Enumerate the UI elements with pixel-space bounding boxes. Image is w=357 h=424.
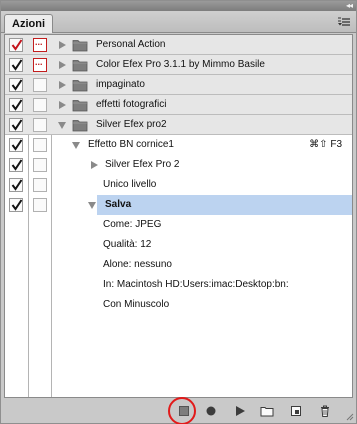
item-toggle-checkbox[interactable] bbox=[9, 178, 23, 192]
row-content: Color Efex Pro 3.1.1 by Mimmo Basile bbox=[52, 55, 352, 75]
expand-triangle-open-icon[interactable] bbox=[57, 120, 67, 130]
row-content: Personal Action bbox=[52, 35, 352, 55]
row-label: In: Macintosh HD:Users:imac:Desktop:bn: bbox=[103, 279, 289, 290]
row-label: Unico livello bbox=[103, 179, 157, 190]
action-set-row[interactable]: Silver Efex pro2 bbox=[5, 115, 352, 135]
command-row[interactable]: Silver Efex Pro 2 bbox=[5, 155, 352, 175]
command-detail-row[interactable]: Con Minuscolo bbox=[5, 295, 352, 315]
row-label: Personal Action bbox=[96, 39, 166, 50]
row-content: Alone: nessuno bbox=[52, 255, 352, 275]
item-toggle-checkbox[interactable] bbox=[9, 98, 23, 112]
dialog-toggle-box[interactable] bbox=[33, 57, 47, 72]
expand-triangle-closed-icon[interactable] bbox=[57, 60, 67, 70]
expand-triangle-closed-icon[interactable] bbox=[57, 40, 67, 50]
command-row[interactable]: Unico livello bbox=[5, 175, 352, 195]
row-content: In: Macintosh HD:Users:imac:Desktop:bn: bbox=[52, 275, 352, 295]
panel-titlebar: ◂◂ bbox=[1, 1, 356, 11]
dialog-toggle-box[interactable] bbox=[33, 158, 47, 172]
item-toggle-checkbox[interactable] bbox=[9, 158, 23, 172]
row-label: Come: JPEG bbox=[103, 219, 162, 230]
new-action-icon[interactable] bbox=[288, 403, 304, 419]
dialog-toggle-box[interactable] bbox=[33, 37, 47, 52]
action-set-row[interactable]: impaginato bbox=[5, 75, 352, 95]
dialog-toggle-box[interactable] bbox=[33, 178, 47, 192]
dialog-toggle-box[interactable] bbox=[33, 98, 47, 112]
row-content: Silver Efex Pro 2 bbox=[52, 155, 352, 175]
expand-triangle-closed-icon[interactable] bbox=[57, 80, 67, 90]
row-label: Color Efex Pro 3.1.1 by Mimmo Basile bbox=[96, 59, 265, 70]
command-detail-row[interactable]: Qualità: 12 bbox=[5, 235, 352, 255]
folder-icon bbox=[72, 118, 88, 132]
expand-triangle-open-icon[interactable] bbox=[71, 140, 81, 150]
row-content: Salva bbox=[97, 195, 352, 215]
expand-triangle-closed-icon[interactable] bbox=[57, 100, 67, 110]
row-content: effetti fotografici bbox=[52, 95, 352, 115]
delete-icon[interactable] bbox=[317, 403, 333, 419]
row-label: Effetto BN cornice1 bbox=[88, 139, 174, 150]
dialog-toggle-box[interactable] bbox=[33, 138, 47, 152]
row-label: Alone: nessuno bbox=[103, 259, 172, 270]
item-toggle-checkbox[interactable] bbox=[9, 58, 23, 72]
collapse-panel-button[interactable]: ◂◂ bbox=[338, 1, 353, 11]
row-content: Unico livello bbox=[52, 175, 352, 195]
actions-list: Personal Action Color Efex Pro 3.1.1 by M… bbox=[4, 34, 353, 398]
row-content: Silver Efex pro2 bbox=[52, 115, 352, 135]
command-detail-row[interactable]: Alone: nessuno bbox=[5, 255, 352, 275]
action-set-row[interactable]: effetti fotografici bbox=[5, 95, 352, 115]
item-toggle-checkbox[interactable] bbox=[9, 78, 23, 92]
command-row[interactable]: Salva bbox=[5, 195, 352, 215]
item-toggle-checkbox[interactable] bbox=[9, 38, 23, 52]
row-content: Effetto BN cornice1 ⌘⇧ F3 bbox=[52, 135, 352, 155]
action-set-row[interactable]: Color Efex Pro 3.1.1 by Mimmo Basile bbox=[5, 55, 352, 75]
row-label: effetti fotografici bbox=[96, 99, 167, 110]
action-set-row[interactable]: Personal Action bbox=[5, 35, 352, 55]
panel-menu-icon[interactable] bbox=[337, 17, 351, 27]
dialog-toggle-box[interactable] bbox=[33, 78, 47, 92]
item-toggle-checkbox[interactable] bbox=[9, 138, 23, 152]
stop-button-highlight-circle bbox=[168, 397, 196, 424]
action-row[interactable]: Effetto BN cornice1 ⌘⇧ F3 bbox=[5, 135, 352, 155]
row-label: Qualità: 12 bbox=[103, 239, 152, 250]
command-detail-row[interactable]: Come: JPEG bbox=[5, 215, 352, 235]
panel-tab-bar: Azioni bbox=[1, 11, 356, 33]
folder-icon bbox=[72, 78, 88, 92]
row-content: Con Minuscolo bbox=[52, 295, 352, 315]
play-icon[interactable] bbox=[232, 403, 248, 419]
folder-icon bbox=[72, 58, 88, 72]
row-label: Silver Efex Pro 2 bbox=[105, 159, 180, 170]
folder-icon bbox=[72, 38, 88, 52]
row-label: Con Minuscolo bbox=[103, 299, 170, 310]
expand-triangle-open-icon[interactable] bbox=[87, 200, 97, 210]
row-label: Silver Efex pro2 bbox=[96, 119, 167, 130]
command-detail-row[interactable]: In: Macintosh HD:Users:imac:Desktop:bn: bbox=[5, 275, 352, 295]
row-content: Qualità: 12 bbox=[52, 235, 352, 255]
new-set-icon[interactable] bbox=[259, 403, 275, 419]
keyboard-shortcut: ⌘⇧ F3 bbox=[309, 139, 342, 150]
item-toggle-checkbox[interactable] bbox=[9, 118, 23, 132]
tab-azioni[interactable]: Azioni bbox=[4, 14, 53, 33]
dialog-toggle-box[interactable] bbox=[33, 118, 47, 132]
row-label: impaginato bbox=[96, 79, 145, 90]
folder-icon bbox=[72, 98, 88, 112]
dialog-toggle-box[interactable] bbox=[33, 198, 47, 212]
actions-panel-window: ◂◂ Azioni Personal Action Color Efex Pro … bbox=[0, 0, 357, 424]
expand-triangle-closed-icon[interactable] bbox=[89, 160, 99, 170]
record-icon[interactable] bbox=[203, 403, 219, 419]
row-content: Come: JPEG bbox=[52, 215, 352, 235]
row-label: Salva bbox=[105, 199, 132, 210]
resize-grip-icon[interactable] bbox=[346, 413, 354, 421]
item-toggle-checkbox[interactable] bbox=[9, 198, 23, 212]
row-content: impaginato bbox=[52, 75, 352, 95]
